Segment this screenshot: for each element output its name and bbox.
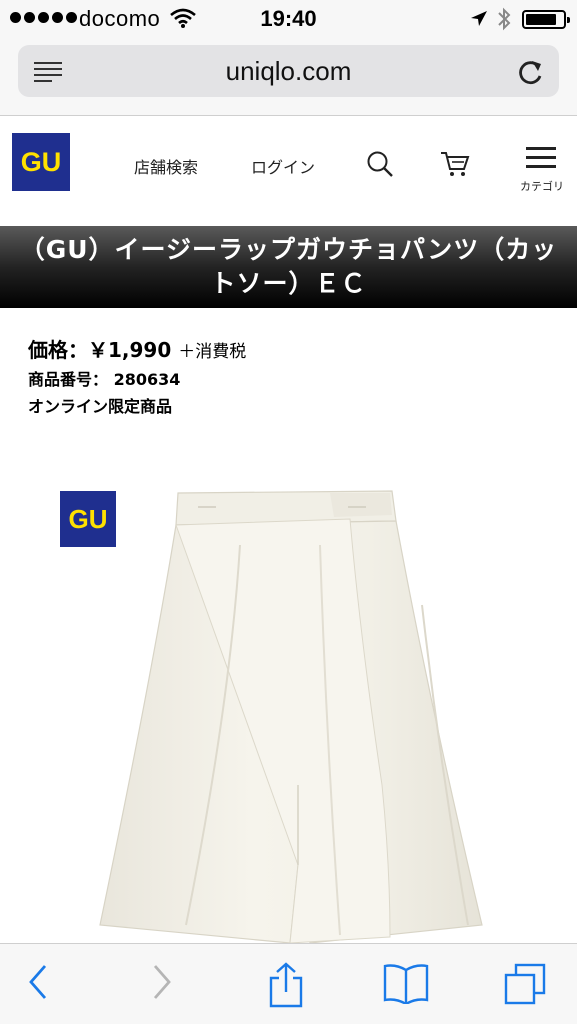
status-time: 19:40 [260,6,317,31]
product-title-bar: （GU）イージーラップガウチョパンツ（カッ トソー）ＥＣ [0,226,577,308]
product-info: 価格：￥1,990 ＋消費税 商品番号： 280634 オンライン限定商品 [28,334,246,417]
product-image-gaucho-pants[interactable] [90,485,490,943]
location-arrow-icon [471,11,487,26]
tabs-icon[interactable] [502,962,548,1008]
store-search-link[interactable]: 店舗検索 [134,154,198,178]
status-bar: docomo 19:40 [0,0,577,38]
share-icon[interactable] [266,962,306,1008]
tax-note: ＋消費税 [178,342,247,362]
back-icon[interactable] [26,962,50,1002]
cart-icon[interactable] [440,150,470,178]
price-value: 価格：￥1,990 [28,338,172,362]
browser-address-area: uniqlo.com [0,38,577,116]
online-only-label: オンライン限定商品 [28,397,173,416]
item-number: 商品番号： 280634 [28,370,181,389]
bookmarks-icon[interactable] [382,962,430,1004]
category-menu-label[interactable]: カテゴリ [512,178,572,194]
product-title-line-1: （GU）イージーラップガウチョパンツ（カッ [19,235,558,264]
product-title: （GU）イージーラップガウチョパンツ（カッ トソー）ＥＣ [18,233,559,301]
bluetooth-icon [498,7,511,31]
url-text: uniqlo.com [225,56,352,86]
battery-icon [522,10,570,29]
product-title-line-2: トソー）ＥＣ [210,269,367,298]
search-icon[interactable] [366,150,394,178]
gu-logo[interactable]: GU [12,133,70,191]
login-link[interactable]: ログイン [251,154,315,178]
reload-icon[interactable] [517,56,545,86]
price: 価格：￥1,990 ＋消費税 [28,334,246,363]
hamburger-menu-icon[interactable] [526,147,556,171]
address-bar[interactable]: uniqlo.com [18,45,559,97]
browser-toolbar [0,943,577,1024]
forward-icon[interactable] [150,962,174,1002]
site-header: GU 店舗検索 ログイン カテゴリ [0,117,577,226]
